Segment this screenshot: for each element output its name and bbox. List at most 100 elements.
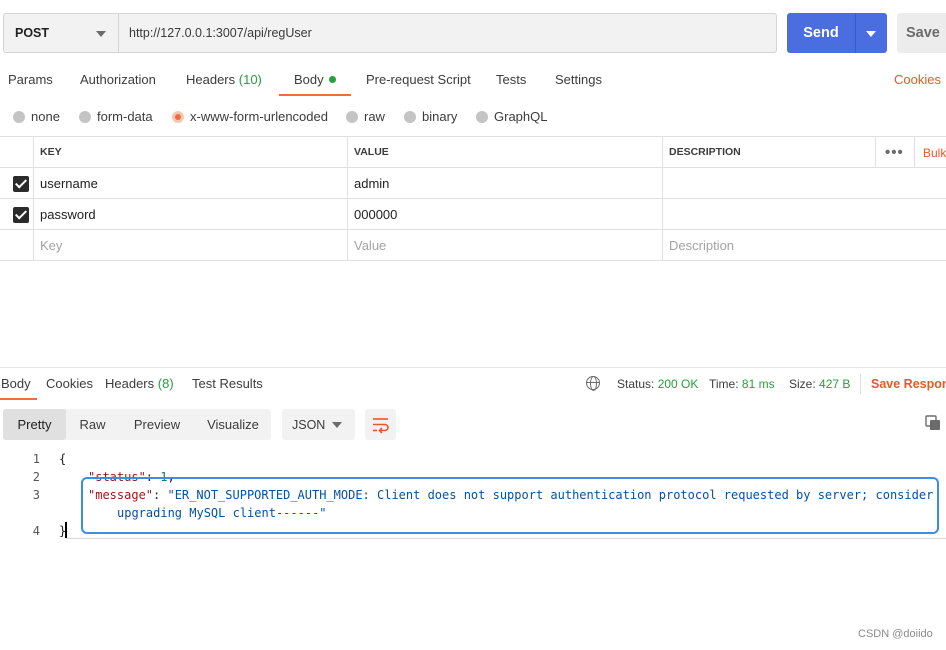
body-indicator-dot-icon [328, 76, 336, 83]
method-select[interactable]: POST [3, 13, 119, 53]
radio-circle-icon [476, 110, 488, 123]
radio-urlencoded-label: x-www-form-urlencoded [190, 109, 328, 124]
column-header-key: KEY [40, 146, 62, 158]
time-label: Time: [709, 377, 739, 391]
size-value: 427 B [819, 377, 851, 391]
active-tab-underline [279, 94, 351, 96]
response-divider[interactable] [0, 367, 946, 368]
param-key-cell[interactable]: password [33, 199, 347, 229]
param-value-cell[interactable]: admin [347, 168, 662, 198]
param-description-cell[interactable] [662, 199, 946, 229]
row-enabled-checkbox[interactable] [13, 207, 29, 223]
save-label: Save [906, 25, 940, 41]
view-pretty-button[interactable]: Pretty [3, 409, 66, 440]
wrap-lines-button[interactable] [365, 409, 396, 440]
radio-none-label: none [31, 109, 60, 124]
row-enabled-checkbox[interactable] [13, 176, 29, 192]
column-header-description: DESCRIPTION [669, 146, 741, 158]
table-header-row: KEY VALUE DESCRIPTION ••• Bulk [0, 136, 946, 168]
radio-circle-icon [404, 110, 416, 123]
send-button[interactable]: Send [787, 13, 887, 53]
radio-form-data[interactable]: form-data [79, 109, 153, 124]
radio-none[interactable]: none [13, 109, 60, 124]
table-row: username admin [0, 168, 946, 199]
send-divider [855, 13, 856, 53]
tab-headers-label: Headers [186, 72, 236, 87]
format-select[interactable]: JSON [282, 409, 355, 440]
new-value-input[interactable]: Value [347, 230, 662, 260]
response-tab-cookies[interactable]: Cookies [46, 376, 93, 391]
headers-count-badge: (10) [238, 72, 262, 87]
radio-raw-label: raw [364, 109, 385, 124]
radio-circle-icon [346, 110, 358, 123]
radio-binary-label: binary [422, 109, 458, 124]
globe-icon[interactable] [586, 376, 600, 391]
size-info: Size: 427 B [789, 377, 850, 391]
method-label: POST [15, 26, 50, 40]
radio-binary[interactable]: binary [404, 109, 457, 124]
editor-line-rule [66, 538, 946, 539]
radio-urlencoded[interactable]: x-www-form-urlencoded [172, 109, 328, 124]
response-tab-body[interactable]: Body [1, 376, 31, 391]
watermark: CSDN @doiido [858, 628, 933, 640]
save-button[interactable]: Save [897, 13, 946, 53]
param-value-cell[interactable]: 000000 [347, 199, 662, 229]
tab-tests[interactable]: Tests [496, 72, 526, 87]
chevron-down-icon [332, 422, 342, 428]
tab-body-label: Body [294, 72, 324, 87]
line-number: 1 [32, 452, 40, 466]
view-visualize-button[interactable]: Visualize [195, 409, 271, 440]
radio-graphql[interactable]: GraphQL [476, 109, 547, 124]
json-open-brace: { [59, 452, 67, 466]
tab-prerequest-script[interactable]: Pre-request Script [366, 72, 471, 87]
response-tab-headers[interactable]: Headers (8) [105, 376, 174, 391]
table-row-new: Key Value Description [0, 230, 946, 261]
bulk-edit-link[interactable]: Bulk [923, 146, 946, 160]
status-label: Status: [617, 377, 655, 391]
status-value: 200 OK [657, 377, 699, 391]
active-response-tab-underline [0, 398, 37, 400]
new-key-input[interactable]: Key [33, 230, 347, 260]
tab-settings[interactable]: Settings [555, 72, 602, 87]
send-label: Send [803, 25, 839, 41]
tab-body[interactable]: Body [294, 72, 336, 87]
more-options-icon[interactable]: ••• [885, 144, 904, 161]
radio-selected-circle-icon [172, 110, 184, 123]
time-info: Time: 81 ms [709, 377, 775, 391]
request-tabs: Params Authorization Headers (10) Body P… [0, 66, 946, 96]
response-headers-count-badge: (8) [157, 376, 174, 391]
tab-params[interactable]: Params [8, 72, 53, 87]
radio-raw[interactable]: raw [346, 109, 385, 124]
send-options-chevron-icon[interactable] [866, 31, 876, 37]
cookies-link[interactable]: Cookies [894, 72, 941, 87]
response-tabs: Body Cookies Headers (8) Test Results St… [0, 370, 946, 400]
view-raw-button[interactable]: Raw [66, 409, 119, 440]
text-cursor [65, 522, 67, 538]
url-input[interactable]: http://127.0.0.1:3007/api/regUser [118, 13, 777, 53]
radio-form-data-label: form-data [97, 109, 153, 124]
column-divider [914, 137, 915, 167]
save-response-button[interactable]: Save Response [871, 377, 946, 391]
size-label: Size: [789, 377, 816, 391]
response-tab-headers-label: Headers [105, 376, 155, 391]
view-preview-button[interactable]: Preview [121, 409, 193, 440]
format-label: JSON [292, 417, 326, 432]
param-description-cell[interactable] [662, 168, 946, 198]
copy-icon[interactable] [925, 415, 941, 431]
line-number: 2 [32, 470, 40, 484]
status-divider [860, 374, 861, 394]
annotation-highlight-box [81, 477, 939, 534]
radio-circle-icon [79, 110, 91, 123]
tab-headers[interactable]: Headers (10) [186, 72, 262, 87]
radio-circle-icon [13, 110, 25, 123]
line-number: 4 [32, 524, 40, 538]
line-number: 3 [32, 488, 40, 502]
param-key-cell[interactable]: username [33, 168, 347, 198]
tab-authorization[interactable]: Authorization [80, 72, 156, 87]
new-description-input[interactable]: Description [662, 230, 946, 260]
response-tab-test-results[interactable]: Test Results [192, 376, 263, 391]
table-row: password 000000 [0, 199, 946, 230]
column-header-value: VALUE [354, 146, 389, 158]
radio-graphql-label: GraphQL [494, 109, 548, 124]
url-text: http://127.0.0.1:3007/api/regUser [129, 26, 312, 40]
